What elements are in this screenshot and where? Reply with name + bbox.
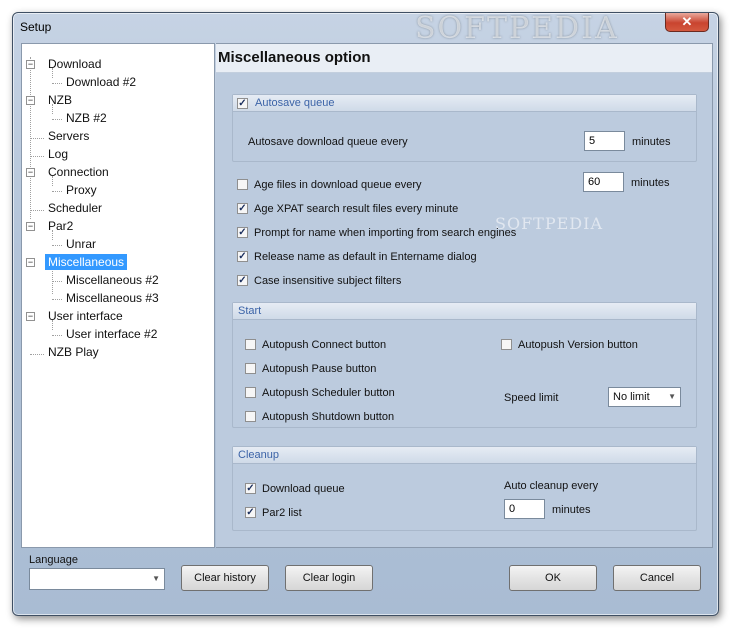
case-insensitive-label: Case insensitive subject filters	[254, 275, 402, 287]
speed-limit-value: No limit	[613, 391, 650, 403]
autosave-minutes-input[interactable]	[584, 131, 625, 151]
tree-line	[52, 245, 62, 246]
age-xpat-checkbox[interactable]: ✓	[237, 203, 248, 214]
prompt-name-checkbox[interactable]: ✓	[237, 227, 248, 238]
close-icon: ✕	[681, 14, 693, 29]
autosave-every-label: Autosave download queue every	[248, 136, 408, 148]
tree-item-connection[interactable]: Connection	[48, 164, 109, 180]
autopush-version-label: Autopush Version button	[518, 339, 638, 351]
tree-item-download[interactable]: Download	[48, 56, 101, 72]
age-xpat-label: Age XPAT search result files every minut…	[254, 203, 459, 215]
cleanup-group: Cleanup ✓ Download queue ✓ Par2 list Aut…	[232, 446, 697, 531]
autopush-shutdown-checkbox[interactable]	[245, 411, 256, 422]
tree-item-unrar[interactable]: Unrar	[66, 236, 96, 252]
age-files-label: Age files in download queue every	[254, 179, 422, 191]
language-label: Language	[29, 554, 78, 566]
autopush-version-checkbox[interactable]	[501, 339, 512, 350]
tree-item-miscellaneous-3[interactable]: Miscellaneous #3	[66, 290, 159, 306]
auto-cleanup-unit: minutes	[552, 504, 591, 516]
start-header: Start	[233, 303, 696, 320]
age-files-unit: minutes	[631, 177, 670, 189]
autopush-scheduler-checkbox[interactable]	[245, 387, 256, 398]
window-title: Setup	[20, 20, 52, 34]
tree-item-par2[interactable]: Par2	[48, 218, 73, 234]
release-name-checkbox[interactable]: ✓	[237, 251, 248, 262]
main-frame: − − − − − − Download Download #2 NZB NZB…	[21, 43, 713, 548]
cleanup-par2-checkbox[interactable]: ✓	[245, 507, 256, 518]
cancel-button[interactable]: Cancel	[613, 565, 701, 591]
options-panel: Miscellaneous option SOFTPEDIA Autosave …	[216, 43, 713, 548]
tree-item-miscellaneous[interactable]: Miscellaneous	[45, 254, 128, 270]
tree-item-user-interface[interactable]: User interface	[48, 308, 123, 324]
tree-line	[30, 156, 44, 157]
settings-tree: − − − − − − Download Download #2 NZB NZB…	[21, 43, 215, 548]
tree-line	[52, 299, 62, 300]
tree-line	[52, 119, 62, 120]
speed-limit-label: Speed limit	[504, 392, 559, 404]
tree-line	[30, 354, 44, 355]
autopush-connect-label: Autopush Connect button	[262, 339, 387, 351]
chevron-down-icon: ▼	[668, 392, 676, 401]
auto-cleanup-label: Auto cleanup every	[504, 480, 599, 492]
chevron-down-icon: ▼	[152, 574, 160, 583]
watermark: SOFTPEDIA	[415, 11, 619, 46]
autopush-pause-checkbox[interactable]	[245, 363, 256, 374]
setup-window: Setup SOFTPEDIA ✕ − − − − − − Download D…	[12, 11, 719, 616]
tree-line	[30, 210, 44, 211]
tree-item-scheduler[interactable]: Scheduler	[48, 200, 102, 216]
tree-line	[52, 266, 53, 294]
cleanup-download-queue-checkbox[interactable]: ✓	[245, 483, 256, 494]
language-select[interactable]: ▼	[29, 568, 165, 590]
collapse-icon[interactable]: −	[26, 60, 35, 69]
title-bar[interactable]: Setup SOFTPEDIA ✕	[13, 11, 718, 46]
case-insensitive-checkbox[interactable]: ✓	[237, 275, 248, 286]
autosave-unit: minutes	[632, 136, 671, 148]
collapse-icon[interactable]: −	[26, 222, 35, 231]
tree-item-miscellaneous-2[interactable]: Miscellaneous #2	[66, 272, 159, 288]
autopush-connect-checkbox[interactable]	[245, 339, 256, 350]
page-title: Miscellaneous option	[218, 49, 371, 66]
age-files-checkbox[interactable]	[237, 179, 248, 190]
tree-item-log[interactable]: Log	[48, 146, 68, 162]
tree-line	[52, 281, 62, 282]
tree-line	[52, 335, 62, 336]
autosave-checkbox[interactable]: ✓	[237, 98, 248, 109]
autopush-pause-label: Autopush Pause button	[262, 363, 377, 375]
tree-item-download-2[interactable]: Download #2	[66, 74, 136, 90]
auto-cleanup-minutes-input[interactable]	[504, 499, 545, 519]
tree-item-servers[interactable]: Servers	[48, 128, 89, 144]
release-name-label: Release name as default in Entername dia…	[254, 251, 477, 263]
start-group: Start Autopush Connect button Autopush P…	[232, 302, 697, 428]
age-files-minutes-input[interactable]	[583, 172, 624, 192]
close-button[interactable]: ✕	[665, 13, 709, 32]
cleanup-header: Cleanup	[233, 447, 696, 464]
tree-item-nzb[interactable]: NZB	[48, 92, 72, 108]
clear-login-button[interactable]: Clear login	[285, 565, 373, 591]
collapse-icon[interactable]: −	[26, 168, 35, 177]
clear-history-button[interactable]: Clear history	[181, 565, 269, 591]
collapse-icon[interactable]: −	[26, 312, 35, 321]
autosave-header: Autosave queue	[233, 95, 696, 112]
tree-item-proxy[interactable]: Proxy	[66, 182, 97, 198]
cleanup-download-queue-label: Download queue	[262, 483, 345, 495]
tree-item-nzb-2[interactable]: NZB #2	[66, 110, 107, 126]
tree-line	[52, 83, 62, 84]
ok-button[interactable]: OK	[509, 565, 597, 591]
speed-limit-select[interactable]: No limit ▼	[608, 387, 681, 407]
tree-item-nzb-play[interactable]: NZB Play	[48, 344, 99, 360]
cleanup-par2-label: Par2 list	[262, 507, 302, 519]
autosave-group: Autosave queue ✓ Autosave download queue…	[232, 94, 697, 162]
collapse-icon[interactable]: −	[26, 258, 35, 267]
tree-line	[30, 138, 44, 139]
autopush-shutdown-label: Autopush Shutdown button	[262, 411, 395, 423]
prompt-name-label: Prompt for name when importing from sear…	[254, 227, 517, 239]
tree-item-user-interface-2[interactable]: User interface #2	[66, 326, 157, 342]
collapse-icon[interactable]: −	[26, 96, 35, 105]
tree-line	[52, 191, 62, 192]
autopush-scheduler-label: Autopush Scheduler button	[262, 387, 395, 399]
